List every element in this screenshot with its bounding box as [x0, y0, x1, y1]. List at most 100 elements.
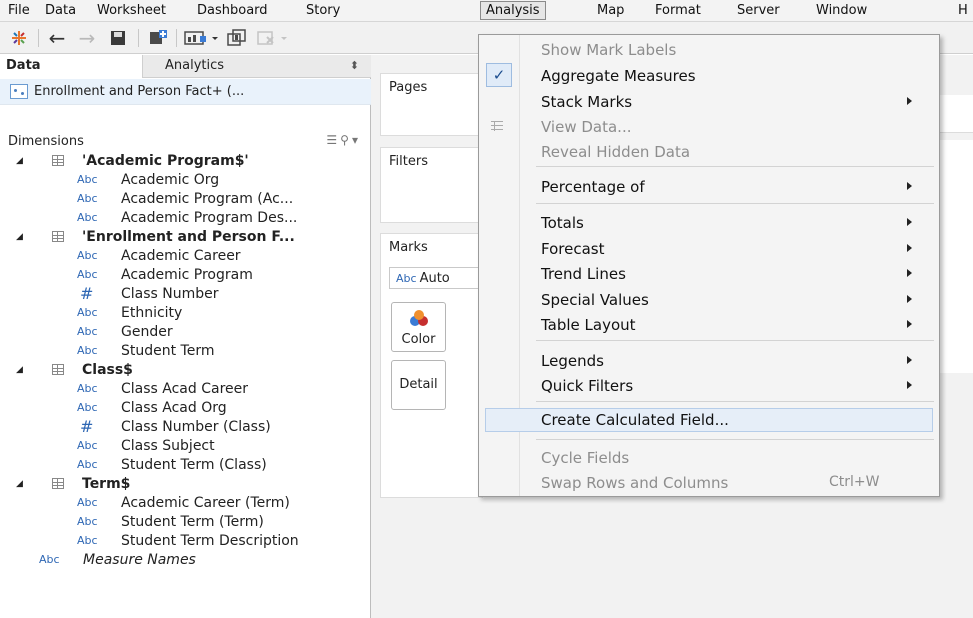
list-view-icon[interactable]: ☰: [326, 133, 340, 147]
field-item[interactable]: # Class Number (Class): [0, 417, 371, 436]
string-type-icon: Abc: [77, 401, 98, 414]
duplicate-icon[interactable]: [226, 28, 250, 48]
tab-analytics[interactable]: Analytics ⬍: [143, 55, 371, 78]
worksheet-canvas[interactable]: [935, 140, 973, 373]
new-worksheet-icon[interactable]: [182, 28, 222, 48]
collapse-toggle-icon[interactable]: ◢: [16, 479, 23, 489]
field-item[interactable]: Abc Academic Program (Ac...: [0, 189, 371, 208]
menu-story[interactable]: Story: [306, 3, 340, 18]
field-label: Measure Names: [83, 551, 196, 568]
field-item[interactable]: Abc Student Term: [0, 341, 371, 360]
measure-names-field[interactable]: Abc Measure Names: [0, 550, 371, 569]
menu-help[interactable]: H: [958, 3, 968, 18]
menu-item-forecast[interactable]: Forecast: [479, 237, 939, 261]
table-icon: [52, 231, 64, 242]
tab-data[interactable]: Data: [0, 55, 143, 78]
filters-card[interactable]: Filters: [380, 147, 483, 223]
field-item[interactable]: # Class Number: [0, 284, 371, 303]
submenu-arrow-icon: [907, 381, 912, 389]
menu-format[interactable]: Format: [655, 3, 701, 18]
search-icon[interactable]: ⚲: [340, 133, 352, 147]
table-group-label: Class$: [82, 361, 133, 378]
datasource-item[interactable]: Enrollment and Person Fact+ (...: [0, 79, 371, 105]
menu-item-label: Trend Lines: [541, 265, 626, 283]
menu-analysis[interactable]: Analysis: [480, 1, 546, 20]
menu-item-view-data[interactable]: View Data...: [479, 115, 939, 139]
table-group[interactable]: ◢ 'Enrollment and Person F...: [0, 227, 371, 246]
shelves-column: Pages Filters Marks Abc Auto Color Detail: [371, 55, 484, 618]
field-item[interactable]: Abc Academic Program: [0, 265, 371, 284]
menu-item-legends[interactable]: Legends: [479, 349, 939, 373]
field-item[interactable]: Abc Class Subject: [0, 436, 371, 455]
columns-shelf[interactable]: [935, 95, 973, 133]
menu-data[interactable]: Data: [45, 3, 76, 18]
table-group-label: 'Enrollment and Person F...: [82, 228, 295, 245]
toolbar-separator: [38, 29, 39, 47]
collapse-toggle-icon[interactable]: ◢: [16, 365, 23, 375]
submenu-arrow-icon: [907, 244, 912, 252]
field-item[interactable]: Abc Student Term (Class): [0, 455, 371, 474]
submenu-arrow-icon: [907, 218, 912, 226]
menu-file[interactable]: File: [8, 3, 30, 18]
submenu-arrow-icon: [907, 269, 912, 277]
menu-item-cycle-fields[interactable]: Cycle Fields: [479, 446, 939, 470]
menu-item-special-values[interactable]: Special Values: [479, 288, 939, 312]
menu-item-percentage-of[interactable]: Percentage of: [479, 175, 939, 199]
menu-item-show-mark-labels[interactable]: Show Mark Labels: [479, 38, 939, 62]
string-type-icon: Abc: [77, 211, 98, 224]
table-group[interactable]: ◢ Term$: [0, 474, 371, 493]
menu-worksheet[interactable]: Worksheet: [97, 3, 166, 18]
menu-item-create-calculated-field[interactable]: Create Calculated Field...: [485, 408, 933, 432]
field-item[interactable]: Abc Academic Career (Term): [0, 493, 371, 512]
forward-icon[interactable]: →: [76, 26, 98, 50]
menu-item-stack-marks[interactable]: Stack Marks: [479, 90, 939, 114]
clear-icon[interactable]: [256, 28, 292, 48]
color-button[interactable]: Color: [391, 302, 446, 352]
menu-item-label: Show Mark Labels: [541, 41, 677, 59]
chevron-down-icon[interactable]: ▾: [352, 133, 361, 147]
table-group[interactable]: ◢ Class$: [0, 360, 371, 379]
data-pane-tabs: Data Analytics ⬍: [0, 55, 371, 78]
field-item[interactable]: Abc Class Acad Career: [0, 379, 371, 398]
field-item[interactable]: Abc Academic Program Des...: [0, 208, 371, 227]
menu-item-reveal-hidden-data[interactable]: Reveal Hidden Data: [479, 140, 939, 164]
menu-server[interactable]: Server: [737, 3, 780, 18]
mark-type-select[interactable]: Abc Auto: [389, 267, 484, 289]
menu-item-aggregate-measures[interactable]: ✓ Aggregate Measures: [479, 63, 939, 88]
back-icon[interactable]: ←: [46, 26, 68, 50]
menu-item-totals[interactable]: Totals: [479, 211, 939, 235]
new-datasource-icon[interactable]: [146, 28, 170, 48]
menu-dashboard[interactable]: Dashboard: [197, 3, 268, 18]
save-icon[interactable]: [107, 28, 129, 48]
field-label: Academic Program (Ac...: [121, 190, 294, 207]
menu-map[interactable]: Map: [597, 3, 624, 18]
color-button-label: Color: [401, 332, 436, 347]
menu-item-trend-lines[interactable]: Trend Lines: [479, 262, 939, 286]
field-item[interactable]: Abc Student Term Description: [0, 531, 371, 550]
table-group[interactable]: ◢ 'Academic Program$': [0, 151, 371, 170]
pages-card[interactable]: Pages: [380, 73, 483, 136]
collapse-toggle-icon[interactable]: ◢: [16, 232, 23, 242]
data-pane: Data Analytics ⬍ Enrollment and Person F…: [0, 55, 371, 618]
field-item[interactable]: Abc Ethnicity: [0, 303, 371, 322]
string-type-icon: Abc: [77, 325, 98, 338]
menu-window[interactable]: Window: [816, 3, 867, 18]
menu-item-swap-rows-and-columns[interactable]: Swap Rows and Columns Ctrl+W: [479, 471, 939, 495]
menu-item-quick-filters[interactable]: Quick Filters: [479, 374, 939, 398]
number-type-icon: #: [80, 417, 94, 436]
tableau-logo-icon[interactable]: [8, 28, 30, 48]
tab-analytics-label: Analytics: [165, 58, 225, 73]
string-type-icon: Abc: [77, 173, 98, 186]
view-data-icon: [491, 121, 503, 131]
field-item[interactable]: Abc Student Term (Term): [0, 512, 371, 531]
field-item[interactable]: Abc Academic Org: [0, 170, 371, 189]
detail-button[interactable]: Detail: [391, 360, 446, 410]
field-item[interactable]: Abc Gender: [0, 322, 371, 341]
tab-menu-arrow-icon[interactable]: ⬍: [350, 55, 359, 77]
collapse-toggle-icon[interactable]: ◢: [16, 156, 23, 166]
menu-item-table-layout[interactable]: Table Layout: [479, 313, 939, 337]
field-label: Academic Program: [121, 266, 253, 283]
field-item[interactable]: Abc Academic Career: [0, 246, 371, 265]
field-label: Student Term (Term): [121, 513, 264, 530]
field-item[interactable]: Abc Class Acad Org: [0, 398, 371, 417]
